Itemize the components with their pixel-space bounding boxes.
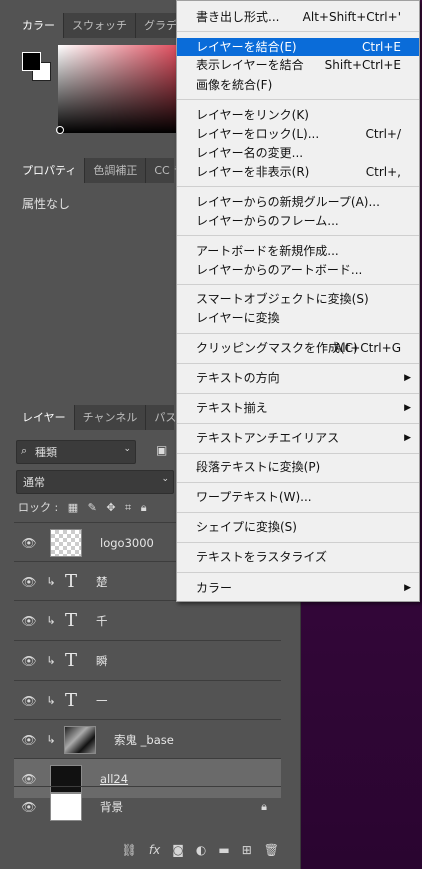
clip-arrow-icon: ↳ — [46, 614, 56, 627]
layer-name[interactable]: 千 — [96, 613, 108, 629]
tab-layers[interactable]: レイヤー — [14, 405, 75, 430]
menu-item[interactable]: レイヤーをリンク(K) — [177, 106, 419, 124]
tab-swatches[interactable]: スウォッチ — [64, 13, 136, 38]
layer-thumbnail — [50, 792, 82, 821]
text-layer-icon: T — [64, 610, 77, 631]
clip-arrow-icon: ↳ — [46, 575, 56, 588]
eye-icon[interactable]: 👁︎ — [14, 536, 44, 550]
clip-arrow-icon: ↳ — [46, 654, 56, 667]
text-layer-icon: T — [64, 571, 77, 592]
mask-icon[interactable]: ◙ — [172, 843, 184, 857]
layer-row[interactable]: 👁︎ ↳ T 千 — [14, 600, 281, 640]
new-layer-icon[interactable]: ⊞ — [242, 843, 252, 857]
lock-all-icon[interactable]: 🔒︎ — [141, 501, 147, 514]
trash-icon[interactable]: 🗑︎ — [264, 843, 279, 857]
layers-panel-tabs: レイヤー チャンネル パス — [14, 405, 186, 430]
clip-arrow-icon: ↳ — [46, 694, 56, 707]
menu-item-merge-layers[interactable]: レイヤーを結合(E) Ctrl+E — [177, 38, 419, 56]
menu-item[interactable]: アートボードを新規作成... — [177, 242, 419, 260]
menu-item[interactable]: クリッピングマスクを作成(C) Alt+Ctrl+G — [177, 339, 419, 357]
menu-item[interactable]: テキストをラスタライズ — [177, 548, 419, 566]
layer-name[interactable]: 楚 — [96, 574, 108, 590]
lock-icon: 🔒︎ — [261, 799, 267, 813]
layer-row[interactable]: 👁︎ 背景 🔒︎ — [14, 786, 281, 826]
layer-row[interactable]: 👁︎ ↳ T 瞬 — [14, 640, 281, 680]
text-layer-icon: T — [64, 650, 77, 671]
properties-panel-tabs: プロパティ 色調補正 CC ライブラリ — [14, 158, 238, 183]
color-picker-cursor[interactable] — [56, 126, 64, 134]
lock-row: ロック : ▦ ✎ ✥ ⌗ 🔒︎ — [18, 499, 147, 515]
layer-filter-select[interactable]: ⌕ 種類 ⌄ — [16, 440, 136, 464]
eye-icon[interactable]: 👁︎ — [14, 654, 44, 668]
menu-item[interactable]: テキストアンチエイリアス ▶ — [177, 429, 419, 447]
lock-artboard-icon[interactable]: ⌗ — [125, 501, 131, 514]
layer-row[interactable]: 👁︎ ↳ T 一 — [14, 680, 281, 720]
tab-color[interactable]: カラー — [14, 13, 64, 38]
menu-item[interactable]: 段落テキストに変換(P) — [177, 458, 419, 476]
menu-item[interactable]: 表示レイヤーを結合 Shift+Ctrl+E — [177, 56, 419, 74]
blend-mode-select[interactable]: 通常 ⌄ — [16, 470, 174, 494]
menu-item[interactable]: レイヤーからのアートボード... — [177, 261, 419, 279]
eye-icon[interactable]: 👁︎ — [14, 614, 44, 628]
image-filter-icon[interactable]: ▣ — [156, 443, 167, 457]
menu-item[interactable]: ワープテキスト(W)... — [177, 488, 419, 506]
tab-channels[interactable]: チャンネル — [75, 405, 147, 430]
layer-name[interactable]: 索鬼 _base — [114, 732, 174, 748]
menu-item[interactable]: レイヤーからのフレーム... — [177, 212, 419, 230]
menu-item[interactable]: レイヤー名の変更... — [177, 144, 419, 162]
layer-thumbnail — [64, 725, 96, 754]
menu-item[interactable]: レイヤーを非表示(R) Ctrl+, — [177, 163, 419, 181]
submenu-arrow-icon: ▶ — [404, 583, 411, 593]
lock-move-icon[interactable]: ✥ — [106, 501, 115, 514]
menu-item[interactable]: テキスト揃え ▶ — [177, 399, 419, 417]
submenu-arrow-icon: ▶ — [404, 433, 411, 443]
chevron-down-icon: ⌄ — [161, 474, 169, 484]
menu-item[interactable]: レイヤーに変換 — [177, 309, 419, 327]
group-icon[interactable]: ▬ — [218, 843, 229, 857]
menu-item[interactable]: カラー ▶ — [177, 579, 419, 597]
link-icon[interactable]: ⛓ — [122, 843, 137, 857]
layer-name[interactable]: logo3000 — [100, 536, 154, 550]
adjustment-icon[interactable]: ◐ — [196, 843, 206, 857]
menu-item[interactable]: レイヤーからの新規グループ(A)... — [177, 193, 419, 211]
menu-item[interactable]: 書き出し形式... Alt+Shift+Ctrl+' — [177, 8, 419, 26]
layer-row[interactable]: 👁︎ ↳ 索鬼 _base — [14, 719, 281, 759]
submenu-arrow-icon: ▶ — [404, 403, 411, 413]
chevron-down-icon: ⌄ — [123, 444, 131, 454]
layer-name[interactable]: 一 — [96, 693, 108, 709]
tab-properties[interactable]: プロパティ — [14, 158, 86, 183]
eye-icon[interactable]: 👁︎ — [14, 800, 44, 814]
lock-transparent-icon[interactable]: ▦ — [68, 501, 78, 514]
layer-filter-value: 種類 — [35, 446, 57, 459]
layer-menu: 書き出し形式... Alt+Shift+Ctrl+' レイヤーを結合(E) Ctrl… — [176, 0, 420, 602]
layer-name[interactable]: 瞬 — [96, 653, 108, 669]
blend-mode-value: 通常 — [23, 476, 45, 489]
menu-item[interactable]: テキストの方向 ▶ — [177, 369, 419, 387]
smart-object-thumbnail — [50, 528, 82, 557]
lock-brush-icon[interactable]: ✎ — [88, 501, 97, 514]
layers-bottom-toolbar: ⛓ fx ◙ ◐ ▬ ⊞ 🗑︎ — [14, 837, 299, 863]
submenu-arrow-icon: ▶ — [404, 373, 411, 383]
color-picker-field[interactable] — [58, 45, 176, 133]
search-icon: ⌕ — [21, 444, 28, 457]
menu-item[interactable]: スマートオブジェクトに変換(S) — [177, 290, 419, 308]
menu-item[interactable]: レイヤーをロック(L)... Ctrl+/ — [177, 125, 419, 143]
fx-icon[interactable]: fx — [149, 843, 160, 857]
properties-empty-label: 属性なし — [22, 197, 71, 211]
foreground-color-swatch[interactable] — [22, 52, 41, 71]
eye-icon[interactable]: 👁︎ — [14, 694, 44, 708]
layer-name[interactable]: all24 — [100, 772, 128, 786]
eye-icon[interactable]: 👁︎ — [14, 772, 44, 786]
eye-icon[interactable]: 👁︎ — [14, 733, 44, 747]
menu-item[interactable]: シェイプに変換(S) — [177, 518, 419, 536]
text-layer-icon: T — [64, 690, 77, 711]
menu-item[interactable]: 画像を統合(F) — [177, 76, 419, 94]
tab-adjustments[interactable]: 色調補正 — [85, 158, 147, 183]
eye-icon[interactable]: 👁︎ — [14, 575, 44, 589]
color-panel-tabs: カラー スウォッチ グラデーション — [14, 13, 230, 38]
clip-arrow-icon: ↳ — [46, 733, 56, 746]
lock-label: ロック : — [18, 501, 59, 514]
layer-name[interactable]: 背景 — [100, 799, 123, 815]
